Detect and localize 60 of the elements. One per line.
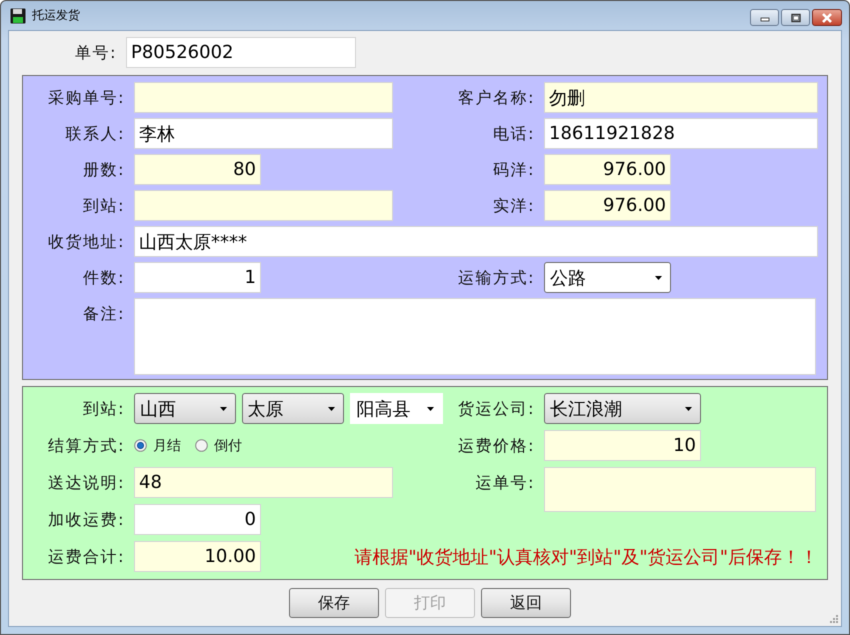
caret-icon <box>328 406 336 410</box>
caret-icon <box>427 406 434 410</box>
caret-icon <box>655 276 662 280</box>
close-icon <box>820 12 834 22</box>
input-field[interactable]: 18611921828 <box>544 118 818 149</box>
field-label: 客户名称: <box>457 87 536 109</box>
field-label: 运单号: <box>474 472 536 494</box>
input-field[interactable]: 10.00 <box>134 541 261 572</box>
input-field[interactable] <box>134 190 393 221</box>
text-area[interactable] <box>544 467 816 512</box>
order-number-field[interactable]: P80526002 <box>126 37 356 68</box>
field-label: 运费合计: <box>47 546 126 568</box>
dropdown[interactable]: 公路 <box>544 262 671 293</box>
maximize-button[interactable] <box>781 9 810 26</box>
maximize-icon <box>790 12 802 22</box>
field-label: 送达说明: <box>47 472 126 494</box>
field-label: 册数: <box>82 159 126 181</box>
field-label: 码洋: <box>492 159 536 181</box>
input-field[interactable]: 976.00 <box>544 190 671 221</box>
field-label: 单号: <box>74 42 118 64</box>
combo-box[interactable]: 阳高县 <box>350 393 443 424</box>
field-label: 运费价格: <box>457 435 536 457</box>
input-field[interactable]: 0 <box>134 504 261 535</box>
field-label: 到站: <box>82 195 126 217</box>
field-label: 联系人: <box>64 123 126 145</box>
dialog-button[interactable]: 保存 <box>289 588 379 618</box>
dialog-button[interactable]: 返回 <box>481 588 571 618</box>
input-field[interactable]: 李林 <box>134 118 393 149</box>
input-field[interactable]: 80 <box>134 154 261 185</box>
field-label: 电话: <box>492 123 536 145</box>
dropdown[interactable]: 长江浪潮 <box>544 393 701 424</box>
field-label: 到站: <box>82 398 126 420</box>
field-label: 加收运费: <box>47 509 126 531</box>
radio-button[interactable]: 倒付 <box>195 436 242 454</box>
input-field[interactable]: 山西太原**** <box>134 226 818 257</box>
field-label: 运输方式: <box>457 267 536 289</box>
dropdown[interactable]: 太原 <box>242 393 344 424</box>
window-title: 托运发货 <box>32 7 80 24</box>
input-field[interactable]: 1 <box>134 262 261 293</box>
warning-message: 请根据"收货地址"认真核对"到站"及"货运公司"后保存！！ <box>354 546 818 568</box>
field-label: 件数: <box>82 267 126 289</box>
input-field[interactable] <box>134 82 393 113</box>
close-button[interactable] <box>812 9 842 26</box>
radio-button[interactable]: 月结 <box>134 436 181 454</box>
input-field[interactable]: 勿删 <box>544 82 818 113</box>
caret-icon <box>220 406 227 410</box>
minimize-button[interactable] <box>750 9 779 26</box>
field-label: 货运公司: <box>457 398 536 420</box>
input-field[interactable]: 976.00 <box>544 154 671 185</box>
resize-grip-icon <box>830 615 838 623</box>
field-label: 备注: <box>82 303 126 325</box>
field-label: 采购单号: <box>47 87 126 109</box>
text-area[interactable] <box>134 298 816 375</box>
field-label: 实洋: <box>492 195 536 217</box>
input-field[interactable]: 48 <box>134 467 393 498</box>
dropdown[interactable]: 山西 <box>134 393 236 424</box>
field-label: 收货地址: <box>47 231 126 253</box>
field-label: 结算方式: <box>47 435 126 457</box>
input-field[interactable]: 10 <box>544 430 701 461</box>
caret-icon <box>685 406 692 410</box>
